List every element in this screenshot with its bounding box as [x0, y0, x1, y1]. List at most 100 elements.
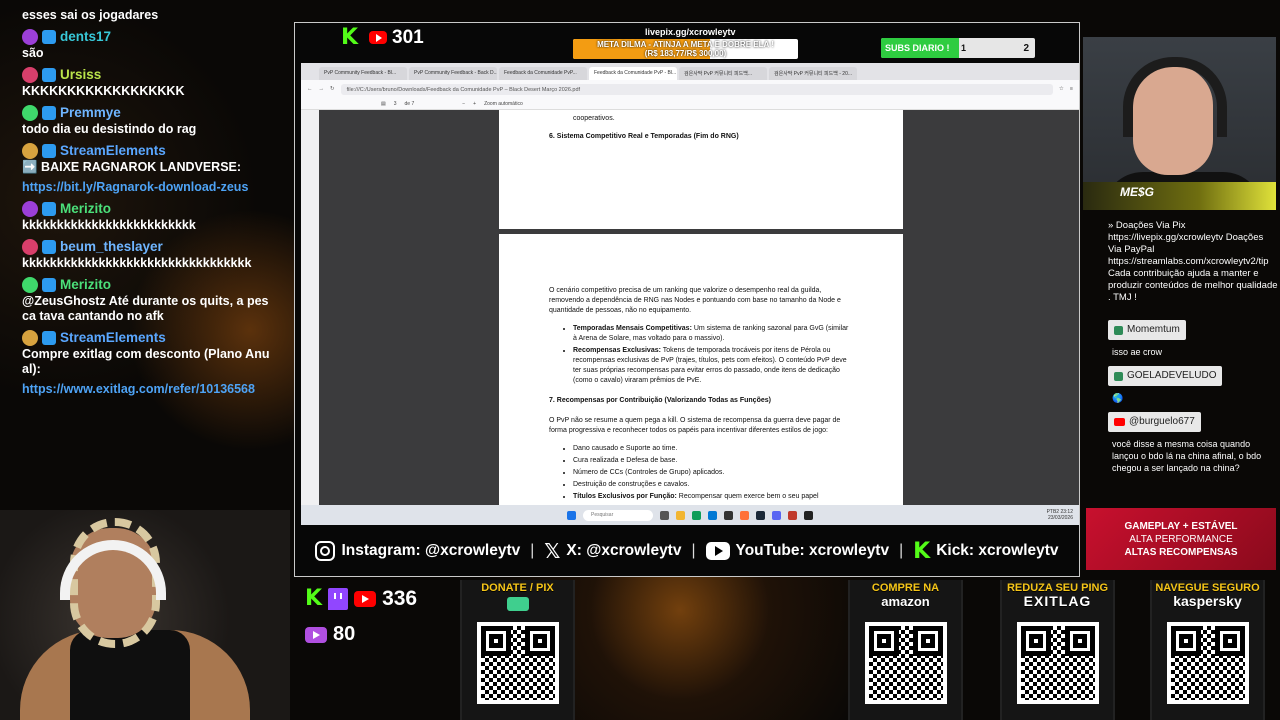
chat-username[interactable]: StreamElements	[60, 142, 166, 160]
doc-list: Dano causado e Suporte ao time. Cura rea…	[573, 444, 853, 502]
qr-card-title: NAVEGUE SEGURO kaspersky	[1152, 580, 1263, 620]
exitlag-logo: EXITLAG	[1023, 593, 1092, 609]
sidebar-toggle-icon[interactable]: ▤	[381, 101, 386, 107]
qr-card-exitlag: REDUZA SEU PING EXITLAG	[1000, 580, 1115, 720]
separator: |	[899, 542, 904, 559]
chat-message: Merizito kkkkkkkkkkkkkkkkkkkkkkkkk	[22, 200, 275, 233]
chat-username-row: dents17	[22, 28, 275, 46]
app-icon[interactable]	[788, 510, 797, 520]
start-icon[interactable]	[567, 510, 576, 520]
social-kick: K Kick: xcrowleytv	[913, 538, 1059, 564]
kick-icon: K	[305, 586, 323, 611]
kick-icon: K	[341, 25, 359, 50]
app-icon[interactable]	[724, 510, 733, 520]
chat-username[interactable]: Merizito	[60, 276, 111, 294]
zoom-minus-icon[interactable]: −	[462, 101, 465, 107]
promo-line: ALTA PERFORMANCE	[1129, 534, 1233, 545]
guest-facecam	[0, 510, 290, 720]
qr-code[interactable]	[864, 622, 947, 704]
folder-icon[interactable]	[676, 510, 685, 520]
pix-icon	[506, 597, 529, 611]
webcam-logo-strip	[1083, 182, 1276, 210]
chat-username-row: StreamElements	[22, 329, 275, 347]
chat-user-chip: @burguelo677	[1108, 412, 1201, 432]
avatar	[22, 330, 38, 346]
pdf-viewer[interactable]: cooperativos. 6. Sistema Competitivo Rea…	[301, 110, 1079, 505]
chat-username[interactable]: StreamElements	[60, 329, 166, 347]
subs-current: 1	[961, 43, 967, 53]
right-info-panel: » Doações Via Pix https://livepix.gg/xcr…	[1108, 220, 1278, 478]
chat-username[interactable]: dents17	[60, 28, 111, 46]
browser-tab[interactable]: Feedback da Comunidade PvP...	[499, 67, 587, 80]
pdf-toolbar: ▤ 3 de 7 − + Zoom automático	[301, 98, 1079, 110]
qr-card-title: DONATE / PIX	[462, 580, 573, 620]
chat-message: StreamElements ➡️ BAIXE RAGNAROK LANDVERS…	[22, 142, 275, 175]
chat-username[interactable]: beum_theslayer	[60, 238, 163, 256]
forward-icon[interactable]: →	[319, 86, 325, 92]
viewer-stats-row-2: 80	[305, 623, 355, 646]
browser-tab[interactable]: Feedback da Comunidade PvP - Bl...	[589, 67, 677, 80]
url-input[interactable]: file:///C:/Users/bruno/Downloads/Feedbac…	[340, 83, 1053, 95]
goal-title: META DILMA - ATINJA A META E DOBRE ELA !	[597, 40, 774, 49]
chat-text: esses sai os jogadares	[22, 8, 159, 22]
amazon-logo: amazon	[881, 594, 930, 609]
steam-icon[interactable]	[756, 510, 765, 520]
chat-username[interactable]: Premmye	[60, 104, 121, 122]
chat-username[interactable]: Merizito	[60, 200, 111, 218]
doc-paragraph: O cenário competitivo precisa de um rank…	[549, 287, 841, 314]
kaspersky-logo: kaspersky	[1173, 593, 1242, 609]
chat-panel: esses sai os jogadares dents17 são Ursiss KK…	[0, 0, 285, 520]
app-icon[interactable]	[660, 510, 669, 520]
back-icon[interactable]: ←	[307, 86, 313, 92]
chat-badge-icon	[42, 331, 56, 345]
goal-text: META DILMA - ATINJA A META E DOBRE ELA !…	[573, 40, 798, 58]
firefox-icon[interactable]	[740, 510, 749, 520]
qr-code[interactable]	[1016, 622, 1099, 704]
edge-icon[interactable]	[708, 510, 717, 520]
page-number-input[interactable]: 3	[394, 101, 397, 107]
doc-heading-7: 7. Recompensas por Contribuição (Valoriz…	[549, 397, 771, 404]
avatar	[22, 67, 38, 83]
pdf-sidebar	[301, 110, 319, 505]
social-x: 𝕏 X: @xcrowleytv	[544, 539, 682, 563]
zoom-select[interactable]: Zoom automático	[484, 101, 523, 107]
separator: |	[530, 542, 535, 559]
qr-code[interactable]	[1166, 622, 1249, 704]
chat-badge-icon	[42, 202, 56, 216]
chat-link[interactable]: https://www.exitlag.com/refer/10136568	[22, 382, 275, 397]
chat-user-chip: Momemtum	[1108, 320, 1186, 340]
subs-goal-widget: SUBS DIARIO ! 1 2	[881, 38, 1035, 58]
menu-icon[interactable]: ≡	[1070, 86, 1073, 92]
chat-message: isso ae crow	[1112, 347, 1163, 357]
kick-icon: K	[913, 538, 931, 564]
discord-icon[interactable]	[772, 510, 781, 520]
reload-icon[interactable]: ↻	[330, 86, 335, 92]
chat-message: StreamElements Compre exitlag com descont…	[22, 329, 275, 377]
doc-bullet: Dano causado e Suporte ao time.	[573, 444, 853, 454]
chat-link[interactable]: https://bit.ly/Ragnarok-download-zeus	[22, 180, 275, 195]
avatar	[22, 201, 38, 217]
chat-badge-icon	[42, 240, 56, 254]
doc-heading-6: 6. Sistema Competitivo Real e Temporadas…	[549, 133, 739, 140]
chat-message: Premmye todo dia eu desistindo do rag	[22, 104, 275, 137]
address-bar: ← → ↻ file:///C:/Users/bruno/Downloads/F…	[301, 80, 1079, 98]
qr-card-donate: DONATE / PIX	[460, 580, 575, 720]
chat-username[interactable]: Ursiss	[60, 66, 101, 84]
obs-icon[interactable]	[804, 510, 813, 520]
bookmark-icon[interactable]: ☆	[1059, 86, 1064, 92]
app-icon[interactable]	[692, 510, 701, 520]
instagram-icon	[315, 541, 336, 561]
goal-amount: (R$ 183,77/R$ 300,00)	[644, 49, 727, 58]
social-links-bar: Instagram: @xcrowleytv | 𝕏 X: @xcrowleytv…	[295, 528, 1079, 574]
qr-code[interactable]	[476, 622, 559, 704]
browser-tab[interactable]: PvP Community Feedback - Back D...	[409, 67, 497, 80]
chat-text: Compre exitlag com desconto (Plano Anual…	[22, 347, 270, 376]
browser-tab[interactable]: 검은사막 PvP 커뮤니티 피드백...	[679, 67, 767, 80]
taskbar-search[interactable]: Pesquisar	[583, 509, 653, 521]
browser-tab[interactable]: PvP Community Feedback - Bl...	[319, 67, 407, 80]
chat-username-row: Premmye	[22, 104, 275, 122]
browser-tab[interactable]: 검은사막 PvP 커뮤니티 피드백 - 20...	[769, 67, 857, 80]
zoom-plus-icon[interactable]: +	[473, 101, 476, 107]
social-instagram: Instagram: @xcrowleytv	[315, 541, 520, 561]
chat-text: @ZeusGhostz Até durante os quits, a pesc…	[22, 294, 269, 323]
